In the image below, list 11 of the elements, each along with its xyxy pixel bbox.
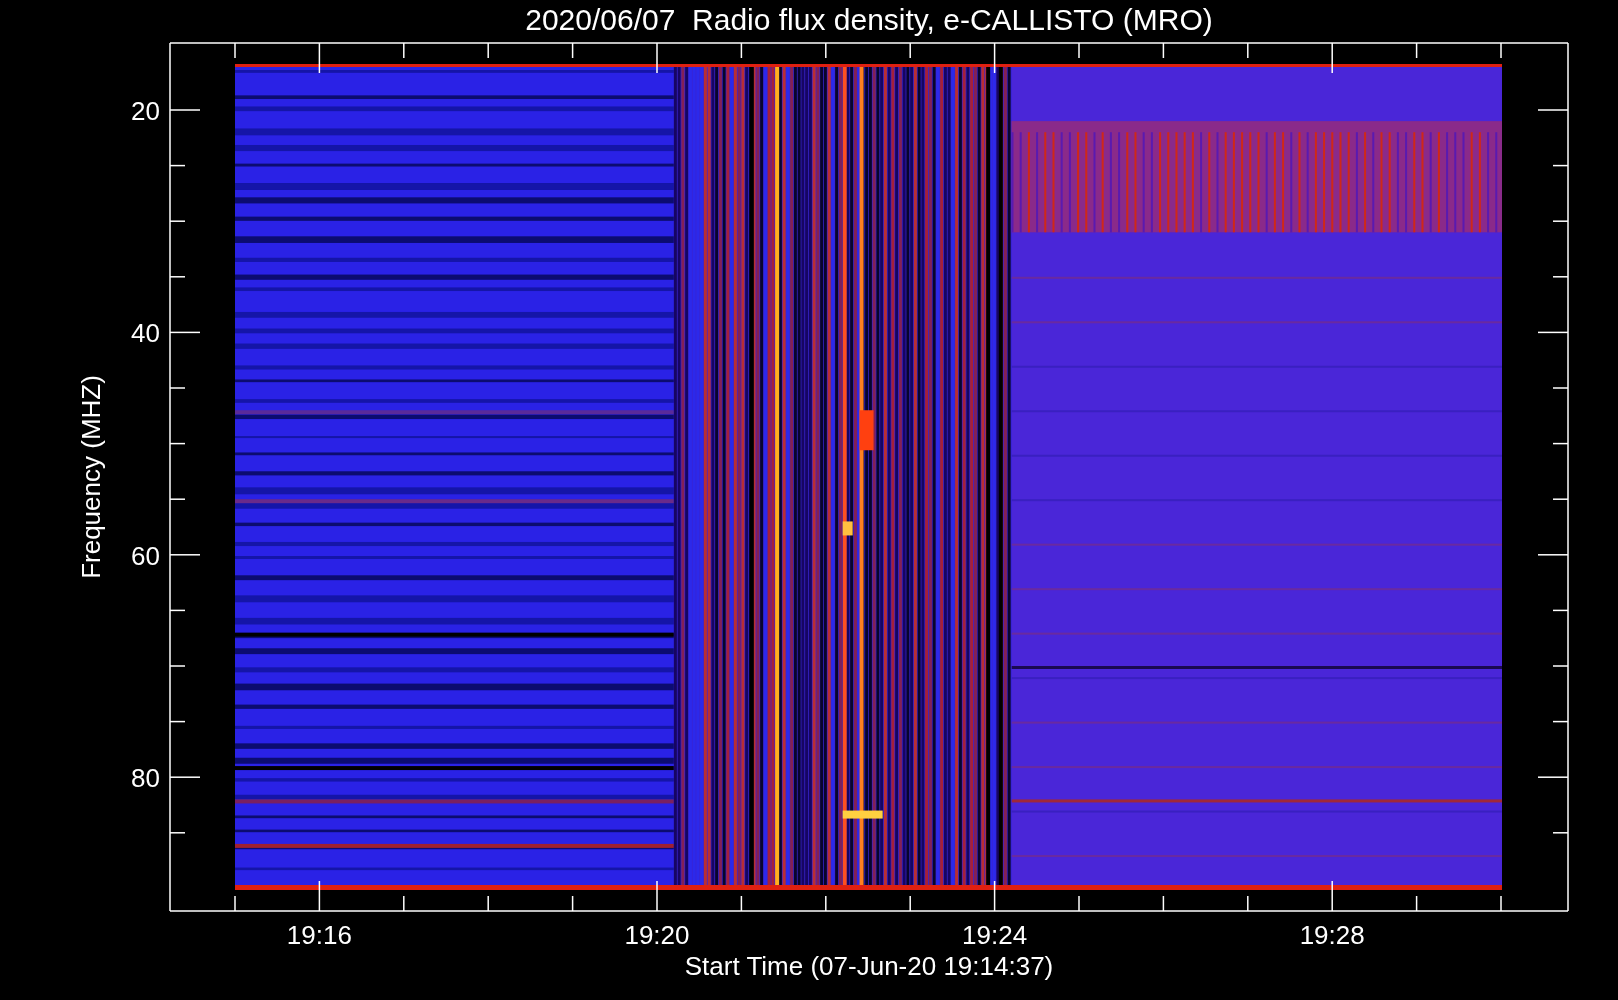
y-axis-title: Frequency (MHZ)	[76, 375, 106, 579]
chart-title: 2020/06/07 Radio flux density, e-CALLISTO (MRO)	[525, 3, 1213, 36]
y-tick-label: 80	[131, 763, 160, 794]
x-tick-label: 19:24	[962, 920, 1028, 950]
y-tick-label: 40	[131, 318, 160, 349]
x-axis-title: Start Time (07-Jun-20 19:14:37)	[684, 951, 1054, 981]
x-tick-label: 19:20	[624, 920, 690, 950]
y-tick-label: 60	[131, 540, 160, 571]
y-tick-label: 20	[131, 96, 160, 126]
x-tick-label: 19:16	[286, 920, 352, 950]
x-tick-label: 19:28	[1299, 920, 1365, 950]
